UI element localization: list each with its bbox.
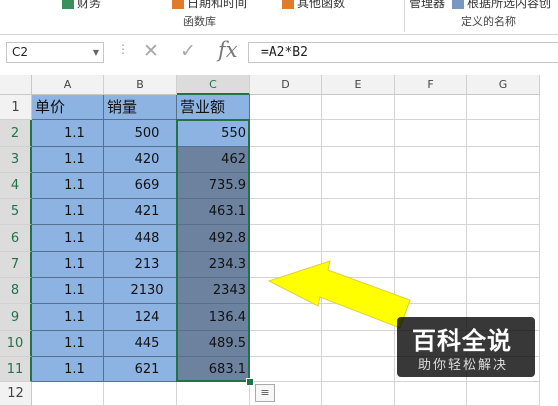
arrow-shape <box>267 260 411 329</box>
watermark-title: 百科全说 <box>412 327 512 355</box>
watermark-subtitle: 助你轻松解决 <box>418 358 509 373</box>
